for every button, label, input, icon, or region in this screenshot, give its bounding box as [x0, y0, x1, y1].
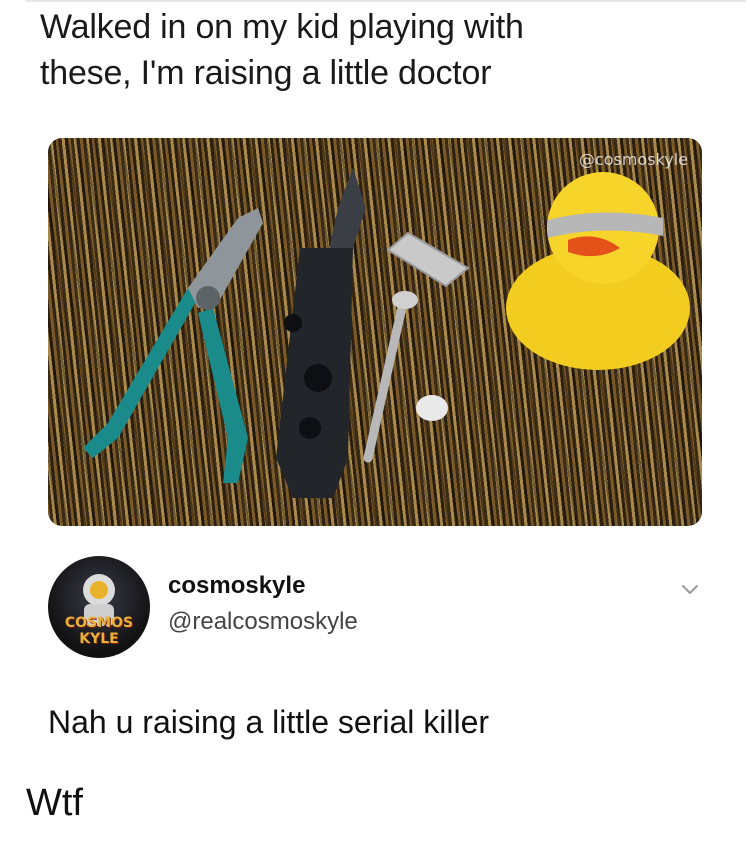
- post-photo[interactable]: @cosmoskyle: [48, 138, 702, 526]
- photo-watermark: @cosmoskyle: [578, 150, 688, 169]
- avatar-text-line2: KYLE: [79, 631, 119, 647]
- avatar[interactable]: COSMOS KYLE: [48, 556, 150, 658]
- rubber-duck-icon: [506, 172, 690, 370]
- post-caption: Walked in on my kid playing with these, …: [40, 8, 524, 92]
- knife-icon: [276, 168, 366, 498]
- top-divider: [26, 0, 746, 2]
- photo-illustration: [83, 168, 690, 498]
- reply-header: COSMOS KYLE cosmoskyle @realcosmoskyle: [48, 556, 708, 666]
- avatar-text-line1: COSMOS: [64, 615, 134, 631]
- pliers-icon: [83, 208, 263, 483]
- reply-text: Nah u raising a little serial killer: [48, 704, 490, 740]
- chevron-down-icon[interactable]: [678, 578, 702, 602]
- reply-handle[interactable]: @realcosmoskyle: [168, 608, 358, 636]
- comment-text: Wtf: [26, 782, 83, 824]
- screw-icon: [363, 291, 448, 463]
- razor-blade-icon: [386, 231, 470, 288]
- reply-display-name[interactable]: cosmoskyle: [168, 572, 305, 600]
